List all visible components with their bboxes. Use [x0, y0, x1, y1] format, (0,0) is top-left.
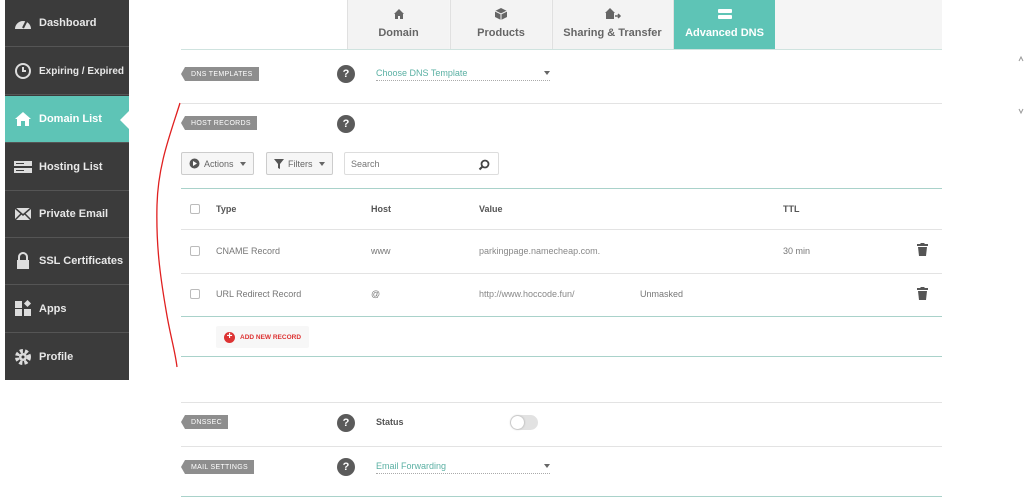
tab-label: Domain: [378, 27, 419, 39]
column-header-type: Type: [216, 204, 237, 214]
clock-icon: [13, 61, 33, 81]
sidebar-item-profile[interactable]: Profile: [5, 333, 129, 380]
record-ttl[interactable]: 30 min: [783, 246, 810, 256]
search-icon[interactable]: [478, 158, 490, 176]
home-icon: [13, 109, 33, 129]
table-top-border: [181, 188, 942, 189]
divider: [181, 446, 942, 447]
annotation-line: [156, 102, 181, 368]
sidebar-item-label: Apps: [39, 303, 67, 315]
sidebar-item-ssl-certificates[interactable]: SSL Certificates: [5, 238, 129, 285]
envelope-icon: [13, 204, 33, 224]
record-type[interactable]: CNAME Record: [216, 246, 280, 256]
table-bottom-border: [181, 356, 942, 357]
sidebar-item-expiring[interactable]: Expiring / Expired: [5, 48, 129, 95]
dns-template-dropdown-value: Choose DNS Template: [376, 68, 468, 78]
chevron-down-icon: [239, 161, 246, 166]
sidebar-item-label: Domain List: [39, 113, 102, 125]
chevron-down-icon: [318, 161, 325, 166]
box-icon: [494, 6, 508, 22]
tab-products[interactable]: Products: [450, 0, 551, 49]
divider: [181, 273, 942, 274]
trash-icon[interactable]: [917, 243, 928, 261]
column-header-value: Value: [479, 204, 503, 214]
dashboard-icon: [13, 13, 33, 33]
plus-icon: +: [224, 331, 235, 343]
divider: [181, 229, 942, 230]
record-redirect-type[interactable]: Unmasked: [640, 289, 683, 299]
gear-icon: [13, 347, 33, 367]
mail-settings-label: MAIL SETTINGS: [181, 460, 254, 474]
sidebar-item-label: SSL Certificates: [39, 255, 124, 267]
filters-button[interactable]: Filters: [266, 152, 333, 175]
sidebar-item-label: Hosting List: [39, 161, 103, 173]
share-icon: [604, 6, 622, 22]
tab-bar-spacer: [181, 0, 347, 49]
play-circle-icon: [189, 158, 200, 169]
actions-button[interactable]: Actions: [181, 152, 254, 175]
record-value[interactable]: parkingpage.namecheap.com.: [479, 246, 600, 256]
record-host[interactable]: www: [371, 246, 391, 256]
search-box: [344, 152, 499, 175]
column-header-host: Host: [371, 204, 391, 214]
row-checkbox[interactable]: [190, 289, 200, 299]
dns-template-dropdown[interactable]: Choose DNS Template: [376, 68, 550, 81]
divider: [181, 402, 942, 403]
chevron-down-icon: [544, 71, 550, 75]
divider: [181, 103, 942, 104]
tab-label: Advanced DNS: [685, 27, 764, 39]
sidebar-item-private-email[interactable]: Private Email: [5, 191, 129, 238]
dns-templates-label: DNS TEMPLATES: [181, 67, 259, 81]
sidebar-item-label: Profile: [39, 350, 74, 363]
record-host[interactable]: @: [371, 289, 380, 299]
sidebar: Dashboard Expiring / Expired Domain List…: [5, 0, 129, 380]
chevron-down-icon: [544, 464, 550, 468]
mail-settings-help-icon[interactable]: ?: [337, 458, 355, 476]
dnssec-label: DNSSEC: [181, 415, 228, 429]
sidebar-item-apps[interactable]: Apps: [5, 286, 129, 333]
actions-label: Actions: [204, 158, 234, 169]
sidebar-item-label: Dashboard: [39, 17, 97, 29]
trash-icon[interactable]: [917, 287, 928, 305]
sidebar-item-label: Private Email: [39, 208, 109, 220]
filters-label: Filters: [288, 158, 313, 169]
tab-domain[interactable]: Domain: [347, 0, 449, 49]
tab-label: Sharing & Transfer: [563, 27, 662, 39]
tab-advanced-dns[interactable]: Advanced DNS: [673, 0, 775, 49]
search-input[interactable]: [345, 153, 470, 174]
mail-settings-dropdown[interactable]: Email Forwarding: [376, 461, 550, 474]
server-icon: [13, 157, 33, 177]
column-header-ttl: TTL: [783, 204, 800, 214]
record-type[interactable]: URL Redirect Record: [216, 289, 301, 299]
dnssec-status-label: Status: [376, 417, 404, 427]
host-records-help-icon[interactable]: ?: [337, 115, 355, 133]
tab-label: Products: [477, 27, 525, 39]
add-new-record-button[interactable]: + ADD NEW RECORD: [216, 326, 310, 348]
dnssec-toggle[interactable]: [510, 415, 538, 430]
apps-icon: [13, 299, 33, 319]
filter-icon: [274, 158, 284, 169]
sidebar-item-label: Expiring / Expired: [39, 65, 125, 77]
host-records-label: HOST RECORDS: [181, 116, 257, 130]
dnssec-help-icon[interactable]: ?: [337, 414, 355, 432]
dns-templates-help-icon[interactable]: ?: [337, 65, 355, 83]
domain-tab-bar: Domain Products Sharing & Transfer Advan…: [181, 0, 942, 50]
divider: [181, 496, 942, 497]
scrollbar[interactable]: [1018, 55, 1024, 115]
home-icon: [393, 6, 405, 22]
mail-settings-dropdown-value: Email Forwarding: [376, 461, 447, 471]
tab-sharing-transfer[interactable]: Sharing & Transfer: [552, 0, 672, 49]
row-checkbox[interactable]: [190, 246, 200, 256]
select-all-checkbox[interactable]: [190, 204, 200, 214]
sidebar-item-hosting-list[interactable]: Hosting List: [5, 144, 129, 191]
lock-icon: [13, 251, 33, 271]
record-value[interactable]: http://www.hoccode.fun/: [479, 289, 575, 299]
sidebar-item-dashboard[interactable]: Dashboard: [5, 0, 129, 47]
add-new-record-label: ADD NEW RECORD: [240, 333, 302, 341]
divider: [181, 316, 942, 317]
dns-icon: [717, 6, 733, 22]
sidebar-item-domain-list[interactable]: Domain List: [5, 96, 129, 143]
toggle-knob: [511, 416, 524, 429]
